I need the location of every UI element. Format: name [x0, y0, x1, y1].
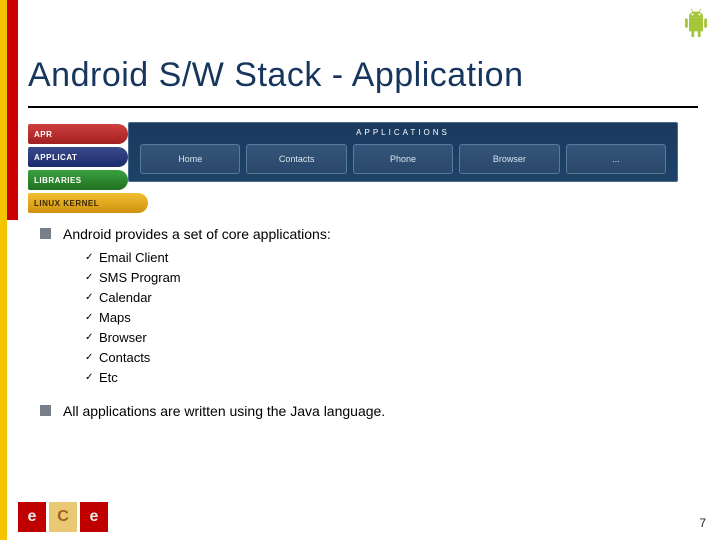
applications-bar-title: APPLICATIONS: [129, 123, 677, 141]
logo-letter-e1: e: [18, 502, 46, 532]
ece-logo: e C e: [18, 502, 108, 532]
tab-green: LIBRARIES: [28, 170, 128, 190]
item-text: Email Client: [99, 250, 168, 265]
app-button-phone: Phone: [353, 144, 453, 174]
tab-blue: APPLICAT: [28, 147, 128, 167]
stack-diagram: APR APPLICAT LIBRARIES LINUX KERNEL APPL…: [28, 122, 678, 214]
applications-bar: APPLICATIONS Home Contacts Phone Browser…: [128, 122, 678, 182]
check-icon: ✓: [85, 312, 99, 323]
list-item: ✓SMS Program: [85, 270, 680, 285]
app-button-contacts: Contacts: [246, 144, 346, 174]
item-text: Contacts: [99, 350, 150, 365]
list-item: ✓Etc: [85, 370, 680, 385]
list-item: ✓Email Client: [85, 250, 680, 265]
content-area: Android provides a set of core applicati…: [40, 226, 680, 425]
list-item: ✓Contacts: [85, 350, 680, 365]
app-button-more: ...: [566, 144, 666, 174]
list-item: ✓Browser: [85, 330, 680, 345]
android-icon: [682, 8, 710, 40]
check-icon: ✓: [85, 252, 99, 263]
logo-letter-c: C: [49, 502, 77, 532]
tab-red: APR: [28, 124, 128, 144]
list-item: ✓Calendar: [85, 290, 680, 305]
square-bullet-icon: [40, 228, 51, 239]
stripe-yellow: [0, 0, 7, 540]
logo-letter-e2: e: [80, 502, 108, 532]
item-text: Calendar: [99, 290, 152, 305]
app-button-home: Home: [140, 144, 240, 174]
square-bullet-icon: [40, 405, 51, 416]
check-icon: ✓: [85, 352, 99, 363]
stripe-red: [7, 0, 18, 220]
core-apps-list: ✓Email Client ✓SMS Program ✓Calendar ✓Ma…: [85, 250, 680, 385]
list-item: ✓Maps: [85, 310, 680, 325]
item-text: Etc: [99, 370, 118, 385]
page-number: 7: [699, 516, 706, 530]
bullet-closing: All applications are written using the J…: [40, 403, 680, 419]
check-icon: ✓: [85, 332, 99, 343]
closing-text: All applications are written using the J…: [63, 403, 385, 419]
item-text: Browser: [99, 330, 147, 345]
item-text: SMS Program: [99, 270, 181, 285]
title-underline: [28, 106, 698, 108]
intro-text: Android provides a set of core applicati…: [63, 226, 331, 242]
check-icon: ✓: [85, 372, 99, 383]
bullet-intro: Android provides a set of core applicati…: [40, 226, 680, 242]
app-button-browser: Browser: [459, 144, 559, 174]
check-icon: ✓: [85, 272, 99, 283]
slide-title: Android S/W Stack - Application: [28, 56, 524, 95]
check-icon: ✓: [85, 292, 99, 303]
item-text: Maps: [99, 310, 131, 325]
tab-yellow: LINUX KERNEL: [28, 193, 148, 213]
